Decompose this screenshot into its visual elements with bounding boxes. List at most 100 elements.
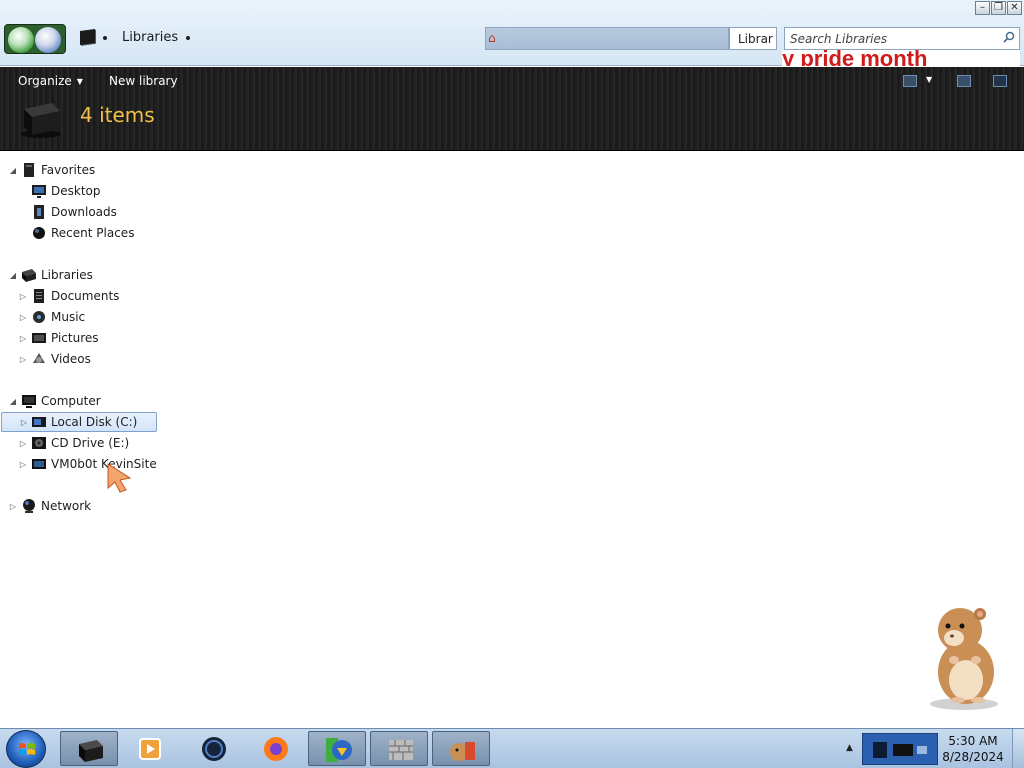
start-button[interactable] xyxy=(6,730,46,768)
tree-label: Local Disk (C:) xyxy=(51,415,138,429)
windows-logo-icon xyxy=(19,743,35,755)
tree-label: Videos xyxy=(51,352,91,366)
taskbar: ▲ 5:30 AM 8/28/2024 xyxy=(0,728,1024,768)
system-tray-icons[interactable] xyxy=(862,733,938,765)
computer-icon xyxy=(22,395,36,408)
tree-label: Computer xyxy=(41,394,101,408)
search-input[interactable] xyxy=(785,28,995,49)
preview-pane-icon[interactable] xyxy=(957,75,971,87)
tree-label: Documents xyxy=(51,289,120,303)
documents-icon xyxy=(34,289,44,303)
collapse-arrow-icon[interactable]: ◢ xyxy=(8,271,18,280)
back-button-icon[interactable] xyxy=(8,27,34,53)
expand-arrow-icon[interactable]: ▷ xyxy=(8,502,18,511)
taskbar-app-download-manager[interactable] xyxy=(308,731,366,766)
title-address-bar: – ❐ ✕ › Libraries ⌂ Librar y pride month xyxy=(0,0,1024,66)
tree-label: Libraries xyxy=(41,268,93,282)
tree-item-videos[interactable]: ▷ Videos xyxy=(0,349,160,369)
tree-item-documents[interactable]: ▷ Documents xyxy=(0,286,160,306)
organize-label: Organize xyxy=(18,74,72,88)
expand-arrow-icon[interactable]: ▷ xyxy=(18,313,28,322)
tree-label: Music xyxy=(51,310,86,324)
expand-arrow-icon[interactable]: ▷ xyxy=(18,460,28,469)
libraries-large-icon xyxy=(21,103,61,138)
taskbar-app-libraries[interactable] xyxy=(60,731,118,766)
tree-label: Favorites xyxy=(41,163,96,177)
firewall-icon xyxy=(389,740,413,760)
libraries-icon xyxy=(79,740,103,762)
show-desktop-button[interactable] xyxy=(1012,729,1024,768)
taskbar-app-firewall[interactable] xyxy=(370,731,428,766)
tree-item-music[interactable]: ▷ Music xyxy=(0,307,160,327)
tree-item-favorites[interactable]: ◢ Favorites xyxy=(0,160,160,180)
collapse-arrow-icon[interactable]: ◢ xyxy=(8,166,18,175)
forward-button-icon[interactable] xyxy=(35,27,61,53)
libraries-address-icon xyxy=(80,28,95,46)
videos-icon xyxy=(33,353,45,363)
tree-item-libraries[interactable]: ◢ Libraries xyxy=(0,265,160,285)
minimize-button[interactable]: – xyxy=(975,1,990,15)
new-library-button[interactable]: New library xyxy=(109,74,178,88)
address-separator-icon[interactable] xyxy=(103,36,107,40)
expand-arrow-icon[interactable]: ▷ xyxy=(18,334,28,343)
pictures-icon xyxy=(32,333,46,343)
tree-item-pictures[interactable]: ▷ Pictures xyxy=(0,328,160,348)
tree-item-recent-places[interactable]: Recent Places xyxy=(0,223,160,243)
tree-label: Desktop xyxy=(51,184,101,198)
system-clock[interactable]: 5:30 AM 8/28/2024 xyxy=(940,733,1006,765)
expand-arrow-icon[interactable]: ▷ xyxy=(18,439,28,448)
recent-places-icon xyxy=(33,227,45,239)
address-breadcrumb-libraries[interactable]: Libraries xyxy=(122,30,178,45)
recent-pages-chevron-icon[interactable]: › xyxy=(62,32,66,43)
tree-item-computer[interactable]: ◢ Computer xyxy=(0,391,160,411)
taskbar-app-hamster[interactable] xyxy=(432,731,490,766)
tree-item-local-disk-c[interactable]: ▷ Local Disk (C:) xyxy=(1,412,157,432)
tree-label: Network xyxy=(41,499,92,513)
taskbar-app-firefox[interactable] xyxy=(246,731,304,766)
tree-item-desktop[interactable]: Desktop xyxy=(0,181,160,201)
address-tail-field[interactable]: Librar xyxy=(729,27,777,50)
pride-banner: y pride month xyxy=(782,50,1020,66)
downloads-icon xyxy=(34,205,44,219)
music-icon xyxy=(33,311,45,323)
command-bar: Organize ▼ New library ▼ 4 items xyxy=(0,67,1024,151)
search-box[interactable] xyxy=(784,27,1020,50)
collapse-arrow-icon[interactable]: ◢ xyxy=(8,397,18,406)
show-hidden-icons-icon[interactable]: ▲ xyxy=(846,743,853,753)
view-options-chevron-icon[interactable]: ▼ xyxy=(926,75,932,84)
expand-arrow-icon[interactable]: ▷ xyxy=(18,292,28,301)
taskbar-app-globe[interactable] xyxy=(184,731,242,766)
address-separator-icon[interactable] xyxy=(186,36,190,40)
mouse-cursor-icon xyxy=(107,463,132,493)
hamster-app-icon xyxy=(450,742,475,761)
window-controls: – ❐ ✕ xyxy=(975,1,1022,15)
back-forward-buttons[interactable] xyxy=(4,24,66,54)
expand-arrow-icon[interactable]: ▷ xyxy=(18,355,28,364)
organize-button[interactable]: Organize ▼ xyxy=(18,74,83,88)
tree-item-vm0b0t-kevinsite[interactable]: ▷ VM0b0t KevinSite xyxy=(0,454,160,474)
restore-button[interactable]: ❐ xyxy=(991,1,1006,15)
tree-label: VM0b0t KevinSite xyxy=(51,457,157,471)
tree-label: CD Drive (E:) xyxy=(51,436,130,450)
desktop-icon xyxy=(32,185,46,198)
tree-item-downloads[interactable]: Downloads xyxy=(0,202,160,222)
network-icon xyxy=(23,499,35,513)
close-button[interactable]: ✕ xyxy=(1007,1,1022,15)
tree-label: Pictures xyxy=(51,331,99,345)
address-field[interactable] xyxy=(485,27,729,50)
chevron-down-icon: ▼ xyxy=(76,77,83,86)
tree-label: Downloads xyxy=(51,205,117,219)
tree-item-cd-drive-e[interactable]: ▷ CD Drive (E:) xyxy=(0,433,160,453)
local-disk-icon xyxy=(32,417,46,427)
hamster-desktop-pet[interactable] xyxy=(918,600,1010,712)
search-icon[interactable] xyxy=(1003,31,1015,43)
globe-icon xyxy=(202,737,226,761)
change-view-icon[interactable] xyxy=(903,75,917,87)
network-drive-icon xyxy=(32,459,46,469)
taskbar-app-media-player[interactable] xyxy=(120,731,178,766)
tree-item-network[interactable]: ▷ Network xyxy=(0,496,160,516)
libraries-icon xyxy=(22,269,36,282)
help-icon[interactable] xyxy=(993,75,1007,87)
expand-arrow-icon[interactable]: ▷ xyxy=(19,418,29,427)
home-icon[interactable]: ⌂ xyxy=(488,31,500,45)
